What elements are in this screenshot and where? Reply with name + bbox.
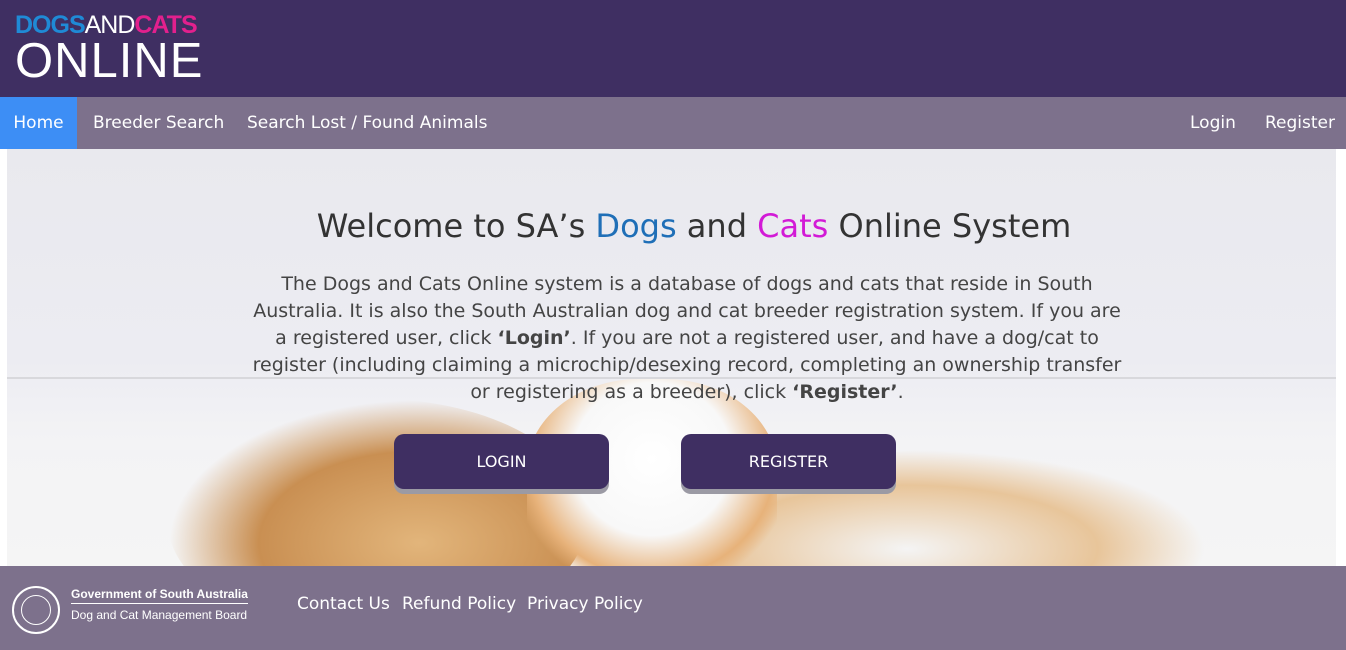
title-text: Welcome to SA’s (316, 207, 596, 245)
desc-part-3: . (897, 381, 904, 403)
title-dogs: Dogs (595, 207, 677, 245)
site-header: DOGSANDCATS ONLINE (0, 0, 1346, 97)
nav-home[interactable]: Home (0, 97, 77, 149)
hero-title: Welcome to SA’s Dogs and Cats Online Sys… (7, 207, 1336, 245)
register-button[interactable]: REGISTER (681, 434, 896, 489)
footer-refund-link[interactable]: Refund Policy (402, 594, 516, 614)
login-button[interactable]: LOGIN (394, 434, 609, 489)
desc-login: ‘Login’ (497, 327, 571, 349)
title-cats: Cats (757, 207, 829, 245)
gov-name: Government of South Australia (71, 587, 248, 604)
hero-banner: Welcome to SA’s Dogs and Cats Online Sys… (7, 149, 1336, 566)
site-logo[interactable]: DOGSANDCATS ONLINE (15, 12, 204, 88)
nav-login[interactable]: Login (1190, 97, 1236, 149)
title-end: Online System (828, 207, 1072, 245)
desc-register: ‘Register’ (792, 381, 898, 403)
footer-privacy-link[interactable]: Privacy Policy (527, 594, 643, 614)
footer-contact-link[interactable]: Contact Us (297, 594, 390, 614)
board-name: Dog and Cat Management Board (71, 608, 248, 622)
sa-government-seal-icon (12, 586, 60, 634)
nav-register[interactable]: Register (1265, 97, 1335, 149)
hero-description: The Dogs and Cats Online system is a dat… (252, 271, 1122, 406)
logo-online: ONLINE (15, 34, 204, 88)
seal-inner-ring (21, 595, 51, 625)
nav-lost-found[interactable]: Search Lost / Found Animals (247, 97, 487, 149)
site-footer: Government of South Australia Dog and Ca… (0, 566, 1346, 650)
main-nav: Home Breeder Search Search Lost / Found … (0, 97, 1346, 149)
nav-breeder-search[interactable]: Breeder Search (93, 97, 224, 149)
title-and: and (676, 207, 758, 245)
